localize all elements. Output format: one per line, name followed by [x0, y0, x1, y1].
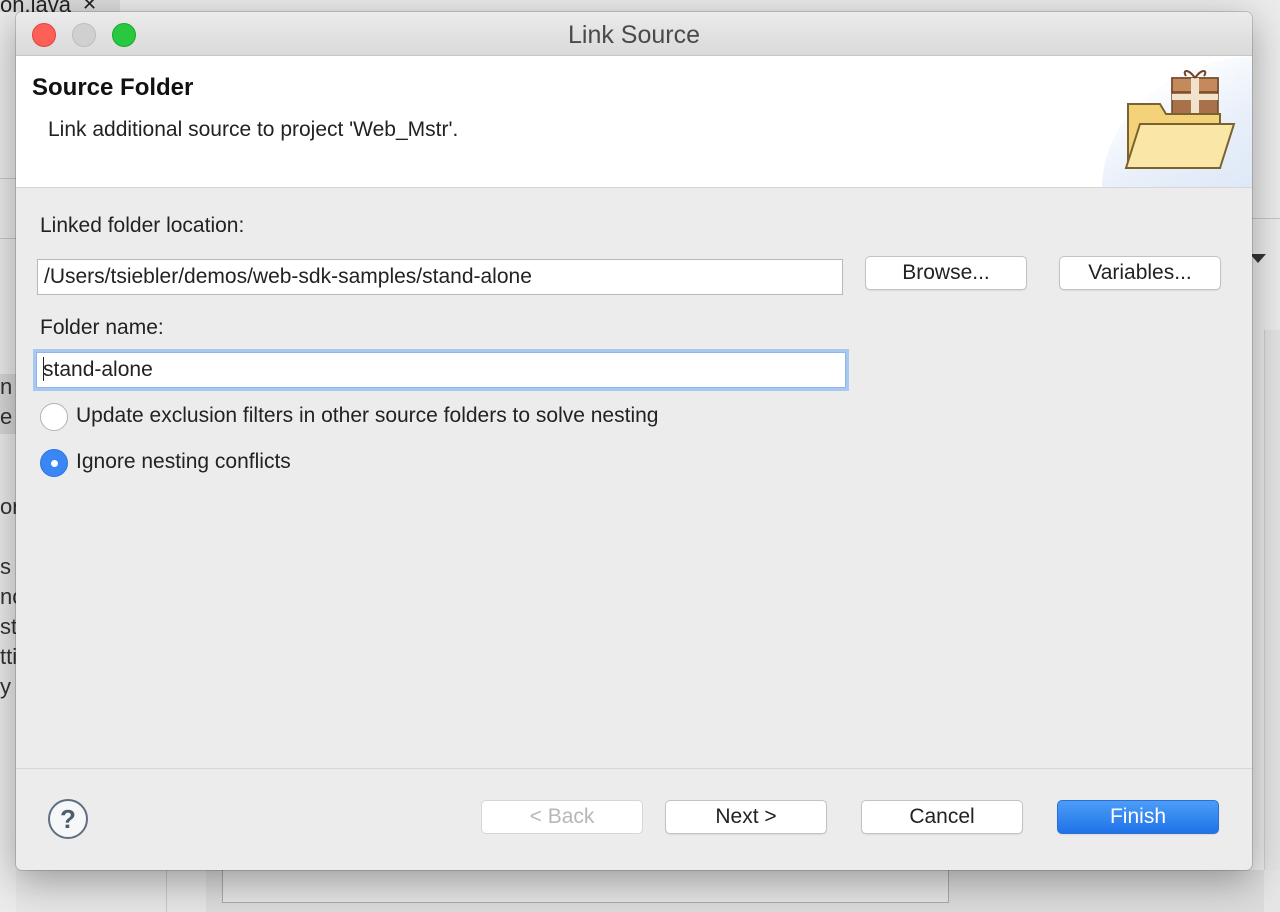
- update-exclusion-filters-radio[interactable]: [40, 403, 68, 431]
- background-dropdown-icon: [1250, 254, 1266, 263]
- variables-button[interactable]: Variables...: [1059, 256, 1221, 290]
- footer-divider: [16, 768, 1252, 769]
- background-sidebar-fragment: ste: [0, 614, 16, 639]
- background-sidebar-fragment: nc: [0, 584, 16, 609]
- background-sidebar-fragment: n: [0, 374, 13, 399]
- ignore-nesting-conflicts-label: Ignore nesting conflicts: [76, 450, 291, 473]
- background-divider: [0, 238, 16, 239]
- page-title: Source Folder: [32, 74, 194, 101]
- background-bottom-box: [222, 870, 949, 903]
- background-sidebar-fragment: y: [0, 674, 11, 699]
- link-source-dialog: Link Source Source Folder Link additiona…: [16, 12, 1252, 870]
- background-sidebar-fragment: or: [0, 494, 16, 519]
- folder-package-icon: [1124, 70, 1236, 169]
- dialog-title: Link Source: [567, 21, 701, 49]
- background-sidebar-fragment: tti: [0, 644, 16, 669]
- background-editor-tab: on.java: [0, 0, 120, 17]
- background-window: [0, 0, 16, 912]
- folder-name-label: Folder name:: [40, 316, 164, 339]
- folder-name-field[interactable]: stand-alone: [36, 352, 846, 388]
- page-description: Link additional source to project 'Web_M…: [48, 118, 459, 141]
- background-sidebar-fragment: e: [0, 404, 13, 429]
- ignore-nesting-conflicts-radio[interactable]: [40, 449, 68, 477]
- dialog-titlebar[interactable]: Link Source: [16, 12, 1252, 56]
- next-button[interactable]: Next >: [665, 800, 827, 834]
- finish-button[interactable]: Finish: [1057, 800, 1219, 834]
- background-divider: [166, 870, 167, 912]
- linked-folder-input[interactable]: /Users/tsiebler/demos/web-sdk-samples/st…: [37, 259, 843, 295]
- background-panel: [1264, 330, 1280, 912]
- folder-name-value: stand-alone: [43, 358, 153, 381]
- background-divider: [0, 178, 16, 179]
- linked-folder-label: Linked folder location:: [40, 214, 245, 237]
- update-exclusion-filters-label: Update exclusion filters in other source…: [76, 404, 659, 427]
- back-button: < Back: [481, 800, 643, 834]
- browse-button[interactable]: Browse...: [865, 256, 1027, 290]
- help-icon[interactable]: ?: [48, 799, 88, 839]
- background-divider: [1252, 218, 1280, 219]
- cancel-button[interactable]: Cancel: [861, 800, 1023, 834]
- wizard-header: Source Folder Link additional source to …: [16, 56, 1252, 188]
- background-sidebar-fragment: s: [0, 554, 11, 579]
